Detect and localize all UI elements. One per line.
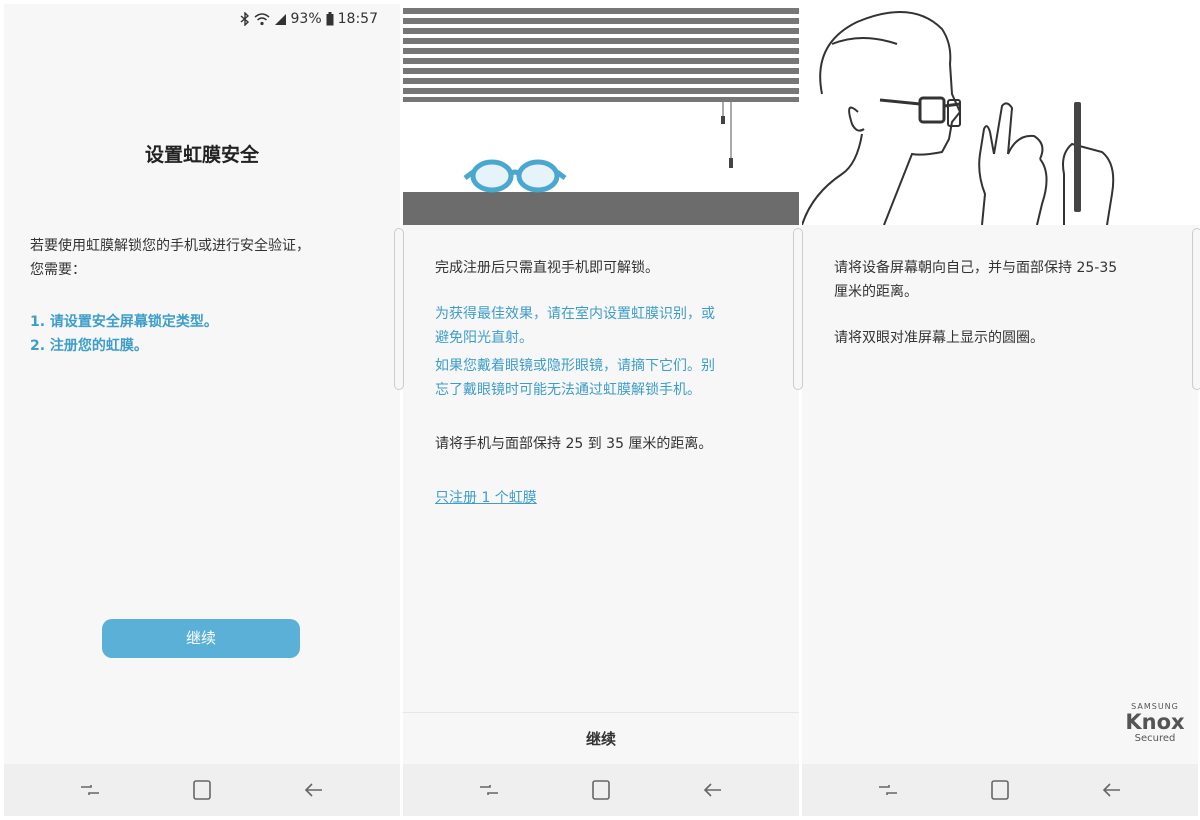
- edge-panel-handle[interactable]: [1192, 228, 1200, 390]
- orientation-line-2: 厘米的距离。: [834, 284, 918, 300]
- edge-panel-handle[interactable]: [793, 228, 803, 390]
- status-time: 18:57: [337, 11, 378, 27]
- knox-name: Knox: [1125, 710, 1185, 734]
- tip-lighting-line-2: 避免阳光直射。: [435, 330, 533, 346]
- person-holding-phone-svg: [802, 4, 1198, 226]
- orientation-instruction: 请将设备屏幕朝向自己，并与面部保持 25-35 厘米的距离。: [834, 256, 1117, 304]
- signal-icon: [274, 13, 286, 25]
- back-icon[interactable]: [1098, 776, 1126, 804]
- continue-button[interactable]: 继续: [102, 619, 300, 658]
- unlock-info: 完成注册后只需直视手机即可解锁。: [435, 260, 659, 276]
- tip-glasses-line-1: 如果您戴着眼镜或隐形眼镜，请摘下它们。别: [435, 358, 715, 374]
- navigation-bar: [802, 764, 1198, 816]
- blinds-illustration-svg: [403, 4, 799, 225]
- recent-apps-icon[interactable]: [76, 776, 104, 804]
- edge-panel-handle[interactable]: [394, 228, 404, 390]
- orientation-line-1: 请将设备屏幕朝向自己，并与面部保持 25-35: [834, 260, 1118, 276]
- tip-glasses-line-2: 忘了戴眼镜时可能无法通过虹膜解锁手机。: [435, 382, 701, 398]
- home-icon[interactable]: [986, 776, 1014, 804]
- intro-line-1: 若要使用虹膜解锁您的手机或进行安全验证，: [30, 238, 310, 254]
- battery-icon: [326, 12, 334, 26]
- back-icon[interactable]: [699, 776, 727, 804]
- bluetooth-icon: [240, 12, 249, 26]
- knox-sub: Secured: [1134, 733, 1176, 744]
- wifi-icon: [254, 13, 270, 26]
- window-glasses-illustration: [403, 4, 799, 225]
- samsung-knox-logo: SAMSUNG Knox Secured: [1120, 702, 1190, 744]
- tip-lighting-line-1: 为获得最佳效果，请在室内设置虹膜识别，或: [435, 306, 715, 322]
- register-one-iris-link[interactable]: 只注册 1 个虹膜: [435, 486, 537, 510]
- distance-info: 请将手机与面部保持 25 到 35 厘米的距离。: [435, 436, 713, 452]
- iris-positioning-screen: 请将设备屏幕朝向自己，并与面部保持 25-35 厘米的距离。 请将双眼对准屏幕上…: [802, 4, 1198, 816]
- intro-text: 若要使用虹膜解锁您的手机或进行安全验证， 您需要：: [30, 234, 310, 282]
- tip-glasses: 如果您戴着眼镜或隐形眼镜，请摘下它们。别 忘了戴眼镜时可能无法通过虹膜解锁手机。: [435, 354, 715, 402]
- align-eyes-instruction: 请将双眼对准屏幕上显示的圆圈。: [834, 330, 1044, 346]
- status-bar: 93% 18:57: [240, 8, 378, 30]
- back-icon[interactable]: [300, 776, 328, 804]
- page-title: 设置虹膜安全: [144, 144, 259, 166]
- intro-line-2: 您需要：: [30, 262, 86, 278]
- iris-tips-screen: 完成注册后只需直视手机即可解锁。 为获得最佳效果，请在室内设置虹膜识别，或 避免…: [403, 4, 799, 816]
- recent-apps-icon[interactable]: [475, 776, 503, 804]
- navigation-bar: [4, 764, 400, 816]
- home-icon[interactable]: [587, 776, 615, 804]
- recent-apps-icon[interactable]: [874, 776, 902, 804]
- step-1: 1. 请设置安全屏幕锁定类型。: [30, 314, 218, 330]
- navigation-bar: [403, 764, 799, 816]
- continue-button[interactable]: 继续: [403, 712, 799, 765]
- iris-setup-screen: 93% 18:57 设置虹膜安全 若要使用虹膜解锁您的手机或进行安全验证， 您需…: [4, 4, 400, 816]
- tip-lighting: 为获得最佳效果，请在室内设置虹膜识别，或 避免阳光直射。: [435, 302, 715, 350]
- battery-percent: 93%: [290, 11, 322, 27]
- face-phone-illustration: [802, 4, 1198, 226]
- step-2: 2. 注册您的虹膜。: [30, 338, 148, 354]
- home-icon[interactable]: [188, 776, 216, 804]
- steps-list: 1. 请设置安全屏幕锁定类型。 2. 注册您的虹膜。: [30, 310, 218, 358]
